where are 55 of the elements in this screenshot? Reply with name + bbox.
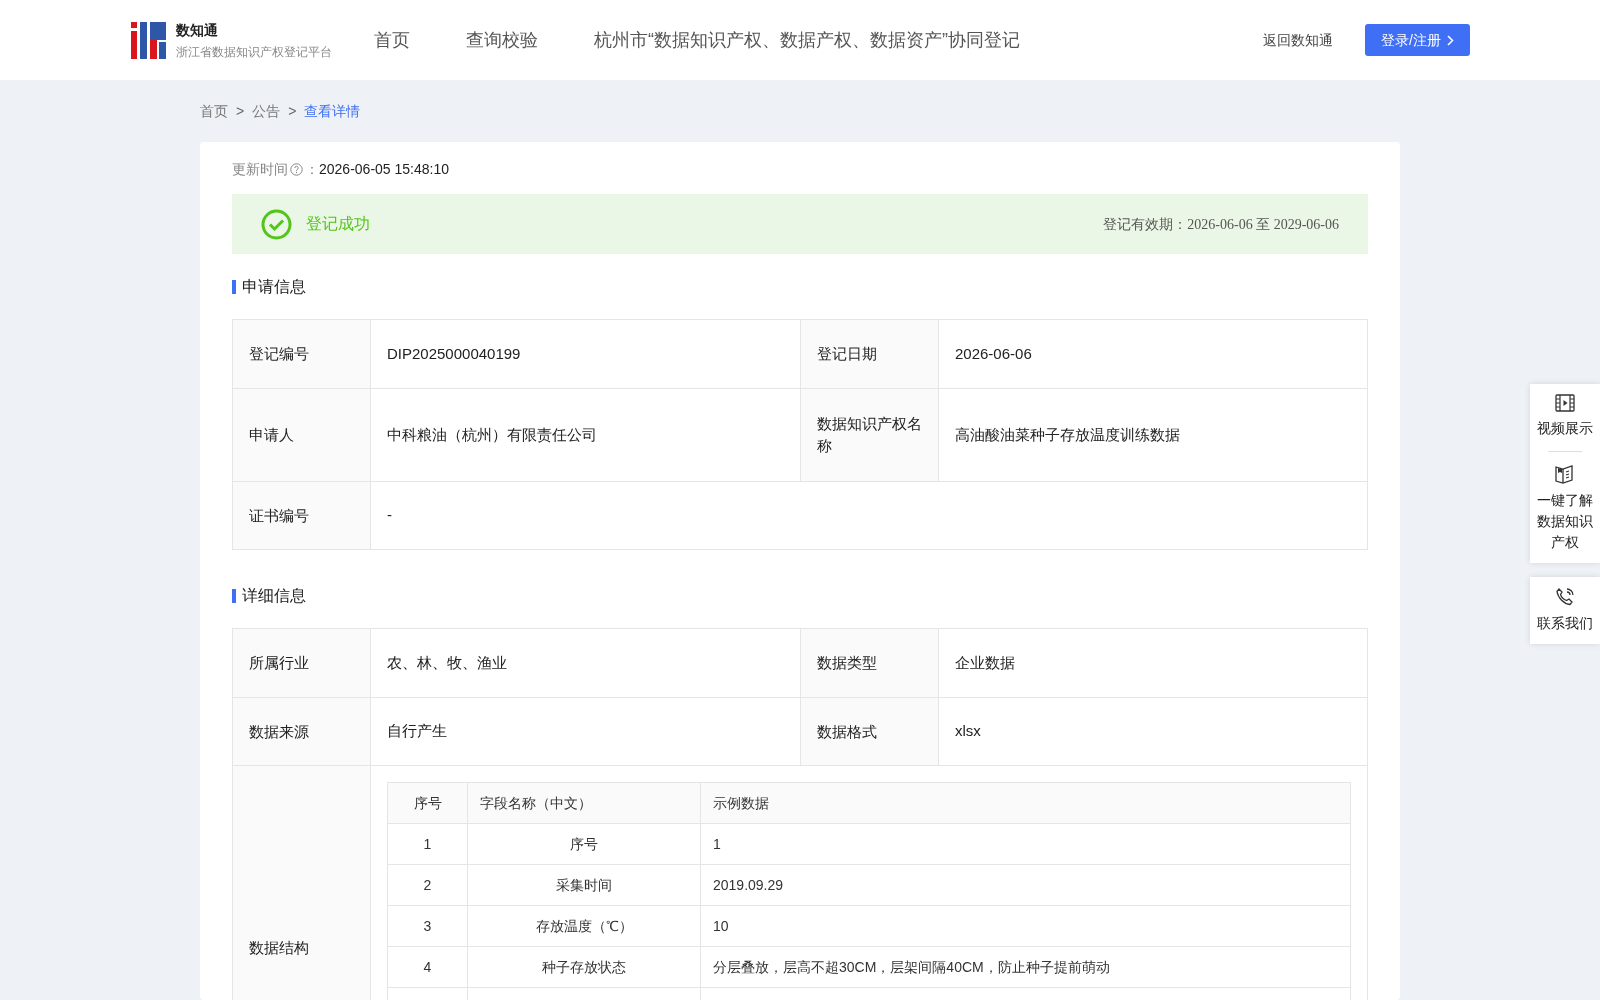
table-cell-text: 2019.09.29 xyxy=(712,875,785,895)
update-time-colon: ： xyxy=(305,159,319,179)
field-label: 数据结构 xyxy=(233,766,371,1000)
table-cell: 种子存放状态 xyxy=(468,947,701,987)
table-cell-text: 1 xyxy=(712,834,722,854)
breadcrumb-link[interactable]: 查看详情 xyxy=(304,100,361,122)
field-value: 企业数据 xyxy=(954,652,1016,673)
nav-link[interactable]: 查询校验 xyxy=(466,26,538,54)
field-label: 登记日期 xyxy=(801,320,939,388)
field-value: 高油酸油菜种子存放温度训练数据 xyxy=(954,424,1181,445)
breadcrumb-separator: > xyxy=(288,101,297,121)
table-cell: 1 xyxy=(388,824,468,864)
column-header: 序号 xyxy=(388,783,468,823)
section-title: 详细信息 xyxy=(242,586,306,606)
status-text: 登记成功 xyxy=(306,214,370,234)
field-label: 数据来源 xyxy=(233,698,371,765)
table-cell: 存放温度（℃） xyxy=(468,906,701,946)
field-label: 证书编号 xyxy=(233,482,371,549)
side-panel-label: 视频展示 xyxy=(1536,419,1594,438)
back-link[interactable]: 返回数知通 xyxy=(1263,29,1334,51)
breadcrumb-separator: > xyxy=(236,101,245,121)
logo-subtitle: 浙江省数据知识产权登记平台 xyxy=(176,43,332,61)
breadcrumb-link[interactable]: 首页 xyxy=(200,100,228,122)
nav-link[interactable]: 首页 xyxy=(374,26,410,54)
validity-period: 登记有效期：2026-06-06 至 2029-06-06 xyxy=(1103,215,1339,234)
table-cell: 3 xyxy=(388,906,468,946)
column-header: 示例数据 xyxy=(712,793,770,813)
field-value: 2026-06-06 xyxy=(954,343,1033,364)
field-label: 申请人 xyxy=(233,389,371,481)
column-header: 字段名称（中文） xyxy=(468,783,701,823)
side-panel-item[interactable]: 联系我们 xyxy=(1530,587,1600,634)
field-value: - xyxy=(386,505,393,526)
update-time-label: 更新时间 xyxy=(232,159,288,179)
field-label: 登记编号 xyxy=(233,320,371,388)
field-label: 所属行业 xyxy=(233,629,371,697)
login-button[interactable]: 登录/注册 xyxy=(1365,24,1470,56)
side-panel-label: 联系我们 xyxy=(1536,614,1594,633)
side-panel-item[interactable]: 视频展示 xyxy=(1530,394,1600,439)
side-panel-label: 一键了解数据知识产权 xyxy=(1536,491,1594,552)
field-label: 数据知识产权名称 xyxy=(801,389,939,481)
table-cell-text: 分层叠放，层高不超30CM，层架间隔40CM，防止种子提前萌动 xyxy=(712,957,1111,977)
nav-link[interactable]: 杭州市“数据知识产权、数据产权、数据资产”协同登记 xyxy=(594,26,1020,54)
section-title: 申请信息 xyxy=(242,277,306,297)
breadcrumb-link[interactable]: 公告 xyxy=(252,100,281,122)
field-label: 数据格式 xyxy=(801,698,939,765)
field-label: 数据类型 xyxy=(801,629,939,697)
field-value: xlsx xyxy=(954,721,982,742)
side-panel-item[interactable]: 一键了解数据知识产权 xyxy=(1530,464,1600,553)
table-cell-text: 10 xyxy=(712,916,730,936)
update-time-value: 2026-06-05 15:48:10 xyxy=(319,159,449,179)
table-cell: 采集时间 xyxy=(468,865,701,905)
table-cell: 2 xyxy=(388,865,468,905)
table-cell: 4 xyxy=(388,947,468,987)
logo-title: 数知通 xyxy=(176,20,219,40)
table-cell: 序号 xyxy=(468,824,701,864)
